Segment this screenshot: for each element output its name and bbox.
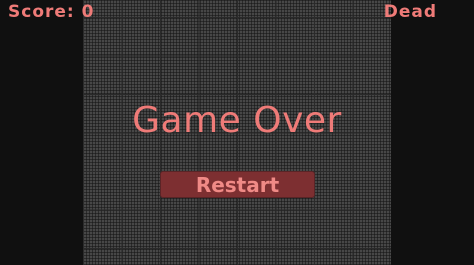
status-display: Dead xyxy=(383,2,437,22)
game-over-title: Game Over xyxy=(132,100,342,141)
score-display: Score: 0 xyxy=(8,2,95,22)
game-stage: Score: 0 Dead Game Over Restart xyxy=(0,0,474,265)
restart-button[interactable]: Restart xyxy=(160,171,315,198)
